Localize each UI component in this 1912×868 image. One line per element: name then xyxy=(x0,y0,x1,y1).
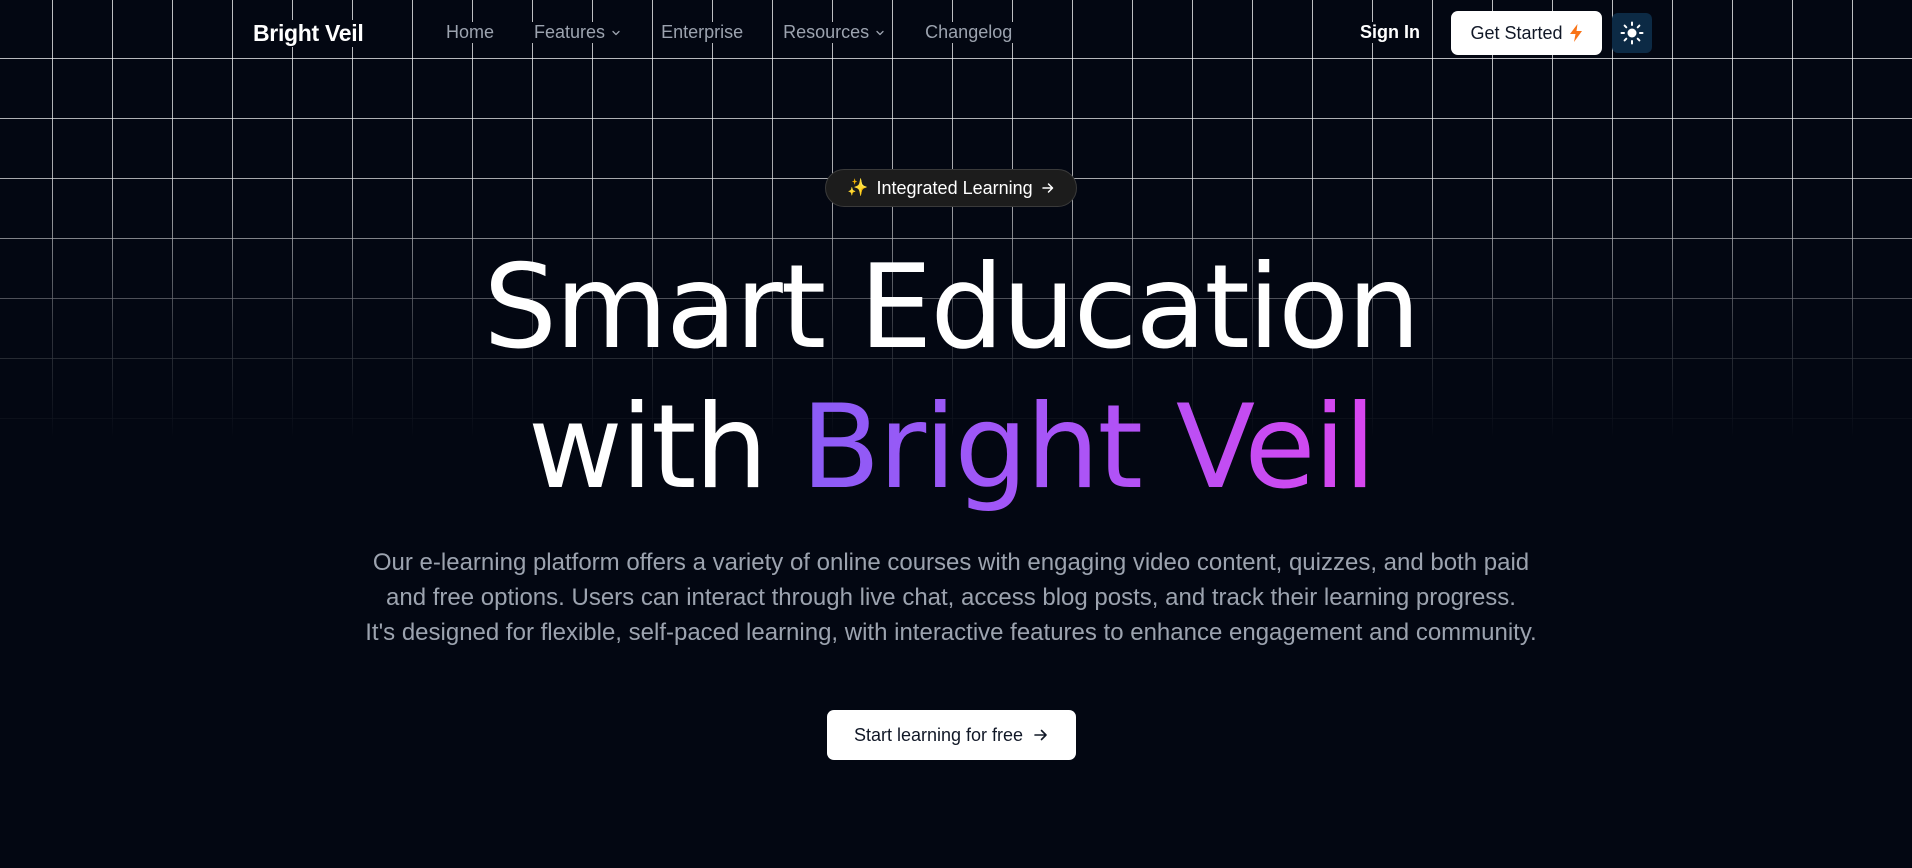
cta-label: Start learning for free xyxy=(853,724,1024,745)
get-started-label: Get Started xyxy=(1470,22,1563,43)
lightning-icon xyxy=(1569,24,1582,42)
theme-toggle-button[interactable] xyxy=(1612,13,1652,53)
arrow-right-icon xyxy=(1034,729,1047,741)
nav-link-features[interactable]: Features xyxy=(532,22,624,43)
nav-link-changelog[interactable]: Changelog xyxy=(923,22,1015,43)
nav-link-enterprise[interactable]: Enterprise xyxy=(659,22,746,43)
description-line: Our e-learning platform offers a variety… xyxy=(372,549,1530,576)
sign-in-link[interactable]: Sign In xyxy=(1358,22,1422,43)
nav-link-label: Features xyxy=(534,22,606,42)
hero-title-highlight: Bright Veil xyxy=(800,380,1376,515)
start-learning-button[interactable]: Start learning for free xyxy=(827,710,1076,760)
nav-link-label: Changelog xyxy=(925,22,1013,42)
integrated-learning-badge[interactable]: ✨ Integrated Learning xyxy=(825,169,1077,207)
landing-page: Bright Veil Home Features Enterprise Res… xyxy=(0,0,1912,868)
description-line: It's designed for flexible, self-paced l… xyxy=(365,619,1537,646)
nav-link-home[interactable]: Home xyxy=(444,22,497,43)
arrow-right-icon xyxy=(1041,183,1053,193)
hero-title-line-1: Smart Education xyxy=(483,240,1420,375)
nav-link-label: Enterprise xyxy=(661,22,744,42)
badge-label: Integrated Learning xyxy=(876,177,1033,198)
chevron-down-icon xyxy=(612,30,620,35)
get-started-button[interactable]: Get Started xyxy=(1451,11,1602,55)
brand-logo[interactable]: Bright Veil xyxy=(251,20,366,47)
hero-title-line-2: with Bright Veil xyxy=(0,378,1902,518)
description-line: and free options. Users can interact thr… xyxy=(386,584,1516,611)
sun-icon xyxy=(1620,21,1644,45)
chevron-down-icon xyxy=(876,30,884,35)
top-navigation: Bright Veil Home Features Enterprise Res… xyxy=(0,0,1912,66)
sparkles-icon: ✨ xyxy=(847,178,869,197)
nav-link-resources[interactable]: Resources xyxy=(781,22,888,43)
nav-link-label: Home xyxy=(446,22,495,42)
nav-links: Home Features Enterprise Resources Chang… xyxy=(444,22,1050,43)
hero-title-prefix: with xyxy=(527,380,768,515)
hero-description: Our e-learning platform offers a variety… xyxy=(301,545,1601,650)
nav-link-label: Resources xyxy=(783,22,870,42)
